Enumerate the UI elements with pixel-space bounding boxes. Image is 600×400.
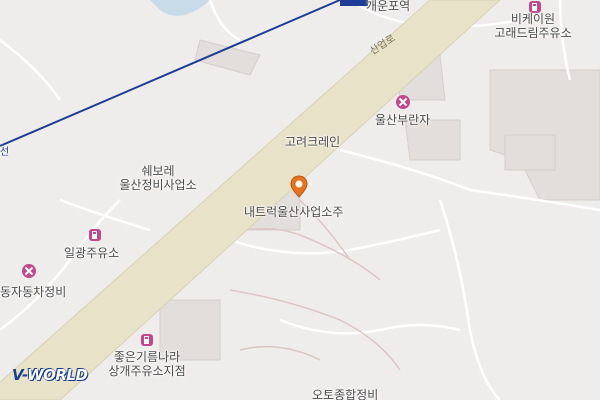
poi-label-joeun-line1: 좋은기름나라 (113, 350, 181, 364)
poi-label-dongja[interactable]: 동자동차정비 (0, 285, 66, 299)
railway-line (0, 0, 341, 147)
poi-label-joeun-line2: 상개주유소지점 (108, 364, 186, 378)
poi-label-bk-line2: 고래드림주유소 (494, 26, 572, 40)
poi-label-gaewon-station[interactable]: 개운포역 (366, 0, 410, 13)
water-area (150, 0, 210, 16)
repair-shop-icon[interactable] (22, 264, 36, 278)
map-canvas[interactable]: 산업로 선 개운포역 비케이원 고래드림주유소 울산부란자 고려크레인 쉐보레 … (0, 0, 600, 400)
gas-station-icon[interactable] (140, 333, 154, 347)
poi-label-joeun[interactable]: 좋은기름나라 상개주유소지점 (92, 350, 202, 378)
poi-label-bk-one[interactable]: 비케이원 고래드림주유소 (478, 12, 588, 40)
poi-label-chevrolet-line1: 쉐보레 (141, 164, 175, 178)
poi-label-auto-repair[interactable]: 오토종합정비 (312, 388, 378, 400)
poi-label-chevrolet[interactable]: 쉐보레 울산정비사업소 (98, 164, 218, 192)
map-base-layer (0, 0, 600, 400)
vworld-logo-word: WORLD (27, 366, 88, 384)
poi-label-goryeo-crane[interactable]: 고려크레인 (285, 135, 340, 149)
rail-label: 선 (0, 147, 10, 158)
location-pin-icon[interactable] (288, 175, 310, 199)
vworld-logo: V-WORLD (12, 366, 88, 384)
poi-label-bk-line1: 비케이원 (510, 12, 556, 26)
repair-shop-icon[interactable] (396, 95, 410, 109)
station-platform (340, 0, 368, 6)
poi-label-natruck[interactable]: 내트럭울산사업소주 (244, 205, 343, 219)
poi-label-ilgwang[interactable]: 일광주유소 (64, 246, 119, 260)
poi-label-ulsan-buranja[interactable]: 울산부란자 (375, 113, 430, 127)
poi-label-chevrolet-line2: 울산정비사업소 (119, 178, 197, 192)
gas-station-icon[interactable] (88, 228, 102, 242)
vworld-logo-prefix: V- (12, 366, 28, 384)
